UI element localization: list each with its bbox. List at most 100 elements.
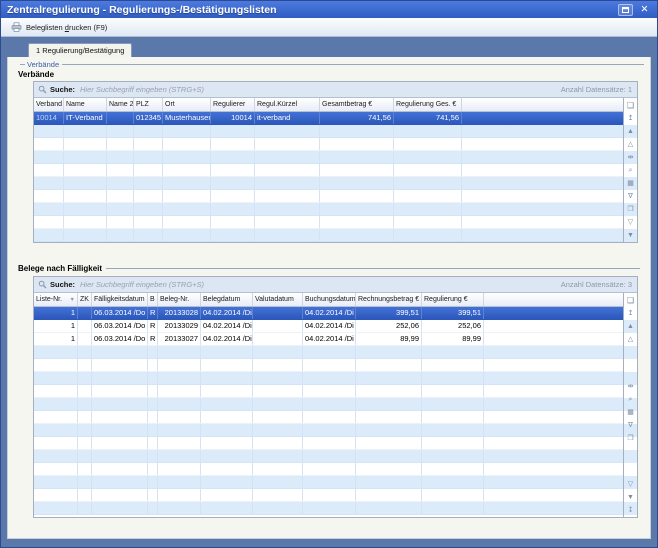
table-row[interactable] — [34, 203, 623, 216]
table-row[interactable] — [34, 151, 623, 164]
cell-filler — [484, 398, 623, 410]
filter-icon[interactable]: ∇ — [624, 419, 637, 432]
table-row[interactable] — [34, 411, 623, 424]
column-header-plz[interactable]: PLZ — [134, 98, 163, 111]
table-row[interactable] — [34, 385, 623, 398]
fit-columns-icon[interactable]: ⇹ — [624, 151, 637, 164]
column-header-name[interactable]: Name — [64, 98, 107, 111]
column-header-name-2[interactable]: Name 2 — [107, 98, 134, 111]
column-header-rechnungsbetrag[interactable]: Rechnungsbetrag € — [356, 293, 422, 306]
cell-rechnungsbetrag: 399,51 — [356, 307, 422, 319]
cell-rechnungsbetrag: 252,06 — [356, 320, 422, 332]
table-row[interactable] — [34, 450, 623, 463]
page-up-icon[interactable]: △ — [624, 138, 637, 151]
cell-regulierer — [211, 164, 255, 176]
page-up-icon[interactable]: △ — [624, 333, 637, 346]
column-header-beleg-nr[interactable]: Beleg-Nr. — [158, 293, 201, 306]
export-icon[interactable]: ▦ — [624, 177, 637, 190]
table-row[interactable] — [34, 229, 623, 242]
row-down-icon[interactable]: ▼ — [624, 229, 637, 242]
tab-regulierung-bestaetigung[interactable]: 1 Regulierung/Bestätigung — [28, 43, 132, 57]
column-header-regul-k-rzel[interactable]: Regul.Kürzel — [255, 98, 320, 111]
column-header-belegdatum[interactable]: Belegdatum — [201, 293, 253, 306]
verbaende-search-input[interactable] — [78, 84, 558, 95]
table-row[interactable] — [34, 164, 623, 177]
copy-icon[interactable]: ❐ — [624, 203, 637, 216]
column-header-b[interactable]: B — [148, 293, 158, 306]
fit-columns-icon[interactable]: ⇹ — [624, 380, 637, 393]
export-icon[interactable]: ▦ — [624, 406, 637, 419]
table-row[interactable] — [34, 190, 623, 203]
cell-filler — [484, 450, 623, 462]
table-row[interactable] — [34, 216, 623, 229]
search-label: Suche: — [50, 280, 75, 289]
cell-regulierer — [211, 177, 255, 189]
cell-name — [64, 138, 107, 150]
zoom-icon[interactable]: ⌕ — [624, 164, 637, 177]
window-titlebar[interactable]: Zentralregulierung - Regulierungs-/Bestä… — [1, 1, 657, 18]
column-header-valutadatum[interactable]: Valutadatum — [253, 293, 303, 306]
table-row[interactable] — [34, 359, 623, 372]
cell-regul-k-rzel: it-verband — [255, 112, 320, 124]
page-down-icon[interactable]: ▽ — [624, 216, 637, 229]
cell-belegdatum: 04.02.2014 /Di — [201, 320, 253, 332]
table-row[interactable] — [34, 489, 623, 502]
table-row[interactable]: 106.03.2014 /DoR2013302704.02.2014 /Di04… — [34, 333, 623, 346]
table-row[interactable] — [34, 502, 623, 515]
copy-icon[interactable]: ❐ — [624, 432, 637, 445]
cell-filler — [484, 333, 623, 345]
print-beleglisten-button[interactable]: Beleglisten drucken (F9) — [6, 21, 112, 33]
cell-rechnungsbetrag — [356, 424, 422, 436]
table-row[interactable] — [34, 125, 623, 138]
column-header-f-lligkeitsdatum[interactable]: Fälligkeitsdatum — [92, 293, 148, 306]
cell-regulierer: 10014 — [211, 112, 255, 124]
row-up-icon[interactable]: ▲ — [624, 320, 637, 333]
column-header-liste-nr[interactable]: Liste-Nr.▼ — [34, 293, 78, 306]
table-row[interactable] — [34, 177, 623, 190]
table-row[interactable] — [34, 346, 623, 359]
row-up-icon[interactable]: ▲ — [624, 125, 637, 138]
cell-f-lligkeitsdatum — [92, 437, 148, 449]
cell-verband — [34, 190, 64, 202]
column-chooser-icon[interactable]: ❏ — [624, 99, 637, 112]
cell-valutadatum — [253, 398, 303, 410]
column-header-buchungsdatum[interactable]: Buchungsdatum — [303, 293, 356, 306]
column-header-ort[interactable]: Ort — [163, 98, 211, 111]
column-header-regulierer[interactable]: Regulierer — [211, 98, 255, 111]
page-down-icon[interactable]: ▽ — [624, 478, 637, 491]
table-row[interactable]: 106.03.2014 /DoR2013302904.02.2014 /Di04… — [34, 320, 623, 333]
scroll-bottom-icon[interactable]: ↧ — [624, 504, 637, 517]
column-header-gesamtbetrag[interactable]: Gesamtbetrag € — [320, 98, 394, 111]
belege-grid-body: 106.03.2014 /DoR2013302804.02.2014 /Di04… — [34, 307, 623, 517]
close-button[interactable]: ✕ — [637, 4, 652, 16]
cell-valutadatum — [253, 502, 303, 514]
column-header-regulierung-ges[interactable]: Regulierung Ges. € — [394, 98, 462, 111]
cell-filler — [462, 203, 623, 215]
column-header-verband[interactable]: Verband — [34, 98, 64, 111]
table-row[interactable] — [34, 372, 623, 385]
table-row[interactable] — [34, 463, 623, 476]
table-row[interactable] — [34, 437, 623, 450]
filter-icon[interactable]: ∇ — [624, 190, 637, 203]
table-row[interactable] — [34, 138, 623, 151]
table-row[interactable] — [34, 476, 623, 489]
table-row-selected[interactable]: 106.03.2014 /DoR2013302804.02.2014 /Di04… — [34, 307, 623, 320]
scroll-bottom-icon[interactable]: ↧ — [624, 242, 637, 243]
table-row-selected[interactable]: 10014IT-Verband012345Musterhausen10014it… — [34, 112, 623, 125]
scroll-top-icon[interactable]: ↥ — [624, 307, 637, 320]
restore-button[interactable] — [618, 4, 633, 16]
cell-zk — [78, 372, 92, 384]
zoom-icon[interactable]: ⌕ — [624, 393, 637, 406]
sort-desc-icon: ▼ — [68, 297, 75, 303]
column-header-zk[interactable]: ZK — [78, 293, 92, 306]
column-chooser-icon[interactable]: ❏ — [624, 294, 637, 307]
belege-search-input[interactable] — [78, 279, 558, 290]
column-header-regulierung[interactable]: Regulierung € — [422, 293, 484, 306]
table-row[interactable] — [34, 398, 623, 411]
cell-rechnungsbetrag — [356, 398, 422, 410]
cell-belegdatum — [201, 346, 253, 358]
row-down-icon[interactable]: ▼ — [624, 491, 637, 504]
table-row[interactable] — [34, 424, 623, 437]
cell-zk — [78, 398, 92, 410]
scroll-top-icon[interactable]: ↥ — [624, 112, 637, 125]
